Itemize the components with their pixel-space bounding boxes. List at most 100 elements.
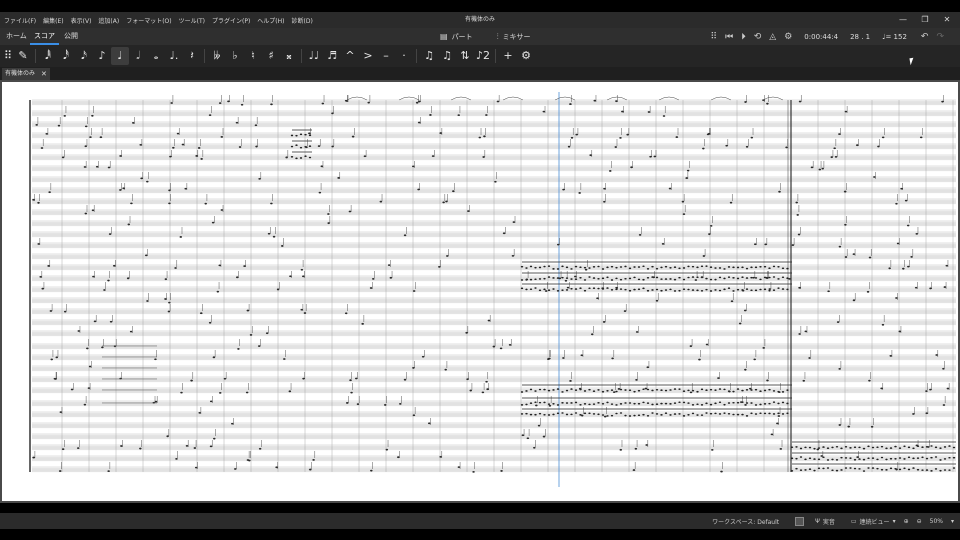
voice-icon[interactable]: ♪2 [474, 47, 492, 65]
rewind-icon[interactable]: ⏮ [725, 32, 733, 42]
note-head [429, 114, 432, 116]
double-flat-icon[interactable]: 𝄫 [208, 47, 226, 65]
32nd-note-icon[interactable]: 𝅘𝅥𝅰 [57, 47, 75, 65]
note-input-pen-icon[interactable]: ✎ [14, 47, 32, 65]
half-note-icon[interactable]: 𝅗𝅥 [129, 47, 147, 65]
note-head [929, 388, 932, 391]
note-head [927, 446, 930, 448]
menu-file[interactable]: ファイル(F) [4, 16, 36, 25]
document-tab[interactable]: 有機体のみ ✕ [2, 68, 50, 80]
toolbar-settings-icon[interactable]: ⚙ [517, 47, 535, 65]
accent-icon[interactable]: > [359, 47, 377, 65]
restore-button[interactable]: ❐ [914, 12, 936, 28]
mixer-button[interactable]: ⫶ ミキサー [497, 32, 543, 42]
beam-icon[interactable]: ♫ [438, 47, 456, 65]
note-head [635, 378, 638, 381]
score-notation[interactable] [2, 82, 958, 501]
note-head [804, 330, 808, 333]
view-mode-selector[interactable]: ▭ 連続ビュー ▾ [843, 517, 896, 526]
zoom-out-icon[interactable]: ⊖ [917, 518, 922, 525]
note-head [583, 266, 587, 269]
menu-edit[interactable]: 編集(E) [43, 16, 63, 25]
tenuto-icon[interactable]: – [377, 47, 395, 65]
concert-pitch-toggle[interactable]: Ψ 実音 [787, 516, 835, 526]
marcato-icon[interactable]: ^ [341, 47, 359, 65]
flat-icon[interactable]: ♭ [226, 47, 244, 65]
note-head [912, 447, 915, 450]
zoom-in-icon[interactable]: ⊕ [904, 518, 909, 525]
double-sharp-icon[interactable]: 𝄪 [280, 47, 298, 65]
16th-note-icon[interactable]: 𝅘𝅥𝅯 [75, 47, 93, 65]
note-head [844, 110, 848, 113]
slur-icon[interactable]: ♬ [323, 47, 341, 65]
note-head [525, 278, 529, 281]
menu-help[interactable]: ヘルプ(H) [257, 16, 284, 25]
note-head [714, 267, 717, 269]
note-head [630, 166, 633, 169]
note-head [439, 455, 442, 458]
add-icon[interactable]: + [499, 47, 517, 65]
note-head [574, 275, 577, 278]
note-head [871, 446, 875, 449]
play-icon[interactable]: ⏵ [741, 32, 746, 42]
close-button[interactable]: ✕ [936, 12, 958, 28]
note-head [907, 456, 911, 459]
note-head [457, 114, 461, 117]
note-head [642, 388, 645, 391]
zoom-level[interactable]: 50% [930, 518, 943, 525]
note-head [732, 401, 735, 404]
eighth-note-icon[interactable]: ♪ [93, 47, 111, 65]
parts-button[interactable]: ▤ パート [440, 32, 485, 42]
redo-icon[interactable]: ↷ [936, 32, 944, 42]
drag-handle-icon[interactable]: ⠿ [2, 47, 14, 65]
whole-note-icon[interactable]: 𝅝 [147, 47, 165, 65]
undo-icon[interactable]: ↶ [921, 32, 929, 42]
note-head [126, 277, 130, 280]
note-head [844, 256, 848, 258]
tab-publish[interactable]: 公開 [60, 28, 82, 45]
quarter-note-icon[interactable]: ♩ [111, 47, 129, 65]
note-head [660, 402, 663, 405]
note-head [295, 144, 298, 147]
note-head [763, 265, 767, 268]
minimize-button[interactable]: — [892, 12, 914, 28]
augmentation-dot-icon[interactable]: ♩. [165, 47, 183, 65]
staccato-icon[interactable]: · [395, 47, 413, 65]
playback-settings-icon[interactable]: ⚙ [784, 32, 792, 42]
note-head [728, 390, 731, 393]
note-head [87, 387, 91, 390]
tab-score[interactable]: スコア [30, 28, 59, 45]
workspace-selector[interactable]: ワークスペース: Default [712, 517, 779, 526]
tuplet-icon[interactable]: ♫ [420, 47, 438, 65]
tab-home[interactable]: ホーム [2, 28, 31, 45]
close-tab-icon[interactable]: ✕ [41, 68, 47, 80]
playback-tempo[interactable]: ♩= 152 [882, 33, 907, 41]
64th-note-icon[interactable]: 𝅘𝅥𝅱 [39, 47, 57, 65]
tie-icon[interactable]: ♩♩ [305, 47, 323, 65]
menu-format[interactable]: フォーマット(O) [126, 16, 171, 25]
note-head [776, 422, 779, 425]
drag-handle-icon[interactable]: ⠿ [711, 32, 718, 42]
flip-direction-icon[interactable]: ⇅ [456, 47, 474, 65]
note-head [47, 265, 50, 267]
menu-plugins[interactable]: プラグイン(P) [212, 16, 250, 25]
score-canvas[interactable] [0, 80, 960, 503]
menu-diagnostic[interactable]: 診断(D) [292, 16, 313, 25]
note-head [685, 177, 688, 179]
slur [554, 96, 576, 101]
natural-icon[interactable]: ♮ [244, 47, 262, 65]
score-page[interactable] [2, 82, 958, 501]
note-head [943, 446, 947, 448]
menu-view[interactable]: 表示(V) [71, 16, 92, 25]
note-head [876, 467, 879, 470]
note-head [642, 287, 645, 290]
note-head [230, 422, 234, 425]
menu-add[interactable]: 追加(A) [98, 16, 119, 25]
metronome-icon[interactable]: ◬ [769, 32, 776, 42]
loop-icon[interactable]: ⟲ [754, 32, 762, 42]
note-head [270, 202, 273, 205]
note-head [798, 333, 801, 335]
sharp-icon[interactable]: ♯ [262, 47, 280, 65]
menu-tools[interactable]: ツール(T) [179, 16, 205, 25]
rest-icon[interactable]: 𝄽 [183, 47, 201, 65]
